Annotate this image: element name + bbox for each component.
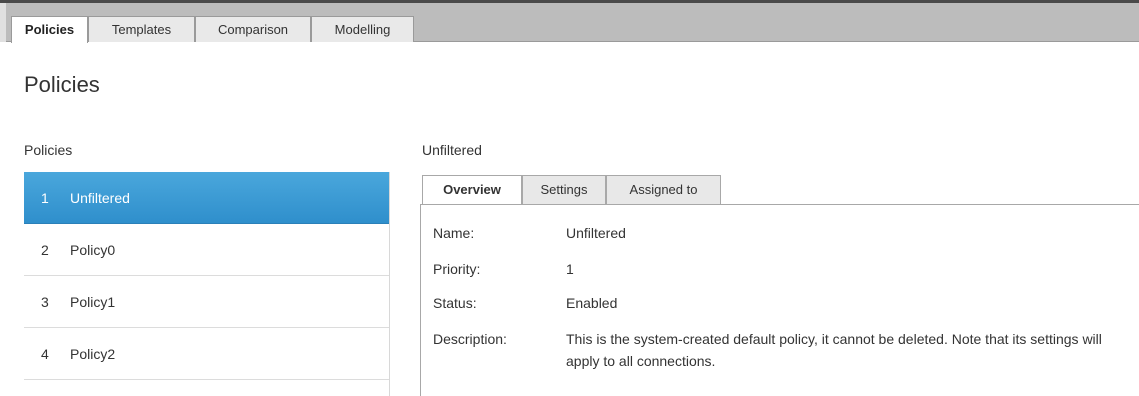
policy-priority-number: 3 <box>41 294 49 310</box>
policy-list: 1 Unfiltered 2 Policy0 3 Policy1 4 Polic… <box>24 172 390 396</box>
policy-priority-number: 4 <box>41 346 49 362</box>
priority-label: Priority: <box>433 261 481 277</box>
policy-priority-number: 1 <box>41 190 49 206</box>
policy-name: Policy2 <box>70 346 116 362</box>
policy-list-heading: Policies <box>24 142 73 158</box>
priority-value: 1 <box>566 261 574 277</box>
status-value: Enabled <box>566 295 618 311</box>
tab-bar-edge <box>0 3 6 42</box>
policy-name: Policy0 <box>70 242 116 258</box>
tab-assigned-to[interactable]: Assigned to <box>606 175 721 204</box>
tab-overview[interactable]: Overview <box>422 175 522 205</box>
description-label: Description: <box>433 331 507 347</box>
description-value: This is the system-created default polic… <box>566 331 1102 369</box>
status-label: Status: <box>433 295 477 311</box>
policy-name: Policy1 <box>70 294 116 310</box>
policy-priority-number: 2 <box>41 242 49 258</box>
policy-item-unfiltered[interactable]: 1 Unfiltered <box>24 172 389 224</box>
policy-name: Unfiltered <box>70 190 130 206</box>
tab-settings[interactable]: Settings <box>522 175 606 204</box>
name-value: Unfiltered <box>566 225 626 241</box>
tab-comparison[interactable]: Comparison <box>195 16 311 42</box>
detail-heading: Unfiltered <box>422 142 482 158</box>
tab-templates[interactable]: Templates <box>88 16 195 42</box>
tab-policies[interactable]: Policies <box>11 16 88 43</box>
policy-item-policy2[interactable]: 4 Policy2 <box>24 328 389 380</box>
policy-item-policy0[interactable]: 2 Policy0 <box>24 224 389 276</box>
tab-modelling[interactable]: Modelling <box>311 16 414 42</box>
page-title: Policies <box>24 72 100 97</box>
name-label: Name: <box>433 225 475 241</box>
main-tab-bar: Policies Templates Comparison Modelling <box>0 3 1139 43</box>
policy-item-policy1[interactable]: 3 Policy1 <box>24 276 389 328</box>
